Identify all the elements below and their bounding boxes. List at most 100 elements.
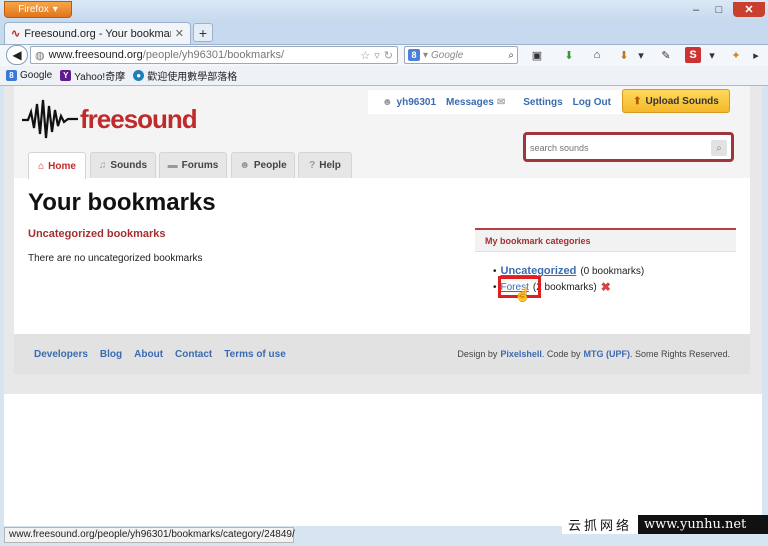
footer-links: Developers Blog About Contact Terms of u…: [34, 349, 286, 360]
tab-forums[interactable]: ▬ Forums: [159, 152, 227, 178]
category-count: (0 bookmarks): [580, 265, 645, 277]
minimize-icon[interactable]: –: [685, 2, 707, 17]
section-heading: Uncategorized bookmarks: [28, 228, 166, 240]
browser-tab[interactable]: ∿ Freesound.org - Your bookmarks ✕: [4, 22, 191, 44]
status-bar-url: www.freesound.org/people/yh96301/bookmar…: [4, 527, 295, 543]
home-icon: ⌂: [38, 160, 45, 172]
engine-dropdown-icon: ▾: [423, 49, 429, 61]
hand-cursor-icon: ☝: [514, 286, 532, 302]
page-title: Your bookmarks: [28, 189, 216, 216]
yahoo-icon: Y: [60, 70, 72, 81]
delete-category-icon[interactable]: ✖: [601, 280, 611, 294]
code-by-text: . Code by: [541, 349, 581, 359]
credit-prefix: Design by: [457, 349, 498, 359]
dropdown-icon[interactable]: ▾: [633, 47, 649, 63]
site-search-input[interactable]: [530, 139, 708, 157]
username-link[interactable]: yh96301: [397, 97, 436, 108]
footer-link-developers[interactable]: Developers: [34, 349, 88, 360]
close-icon[interactable]: ✕: [733, 2, 765, 17]
bookmark-label: Google: [20, 70, 53, 81]
code-org-link[interactable]: MTG (UPF): [583, 349, 630, 359]
download-icon[interactable]: ⬇: [616, 47, 632, 63]
tab-label: Home: [48, 160, 76, 172]
headphones-icon: ♫: [98, 160, 107, 171]
freesound-logo[interactable]: freesound: [22, 96, 208, 142]
tab-label: Forums: [181, 160, 219, 171]
magnifier-icon[interactable]: ⌕: [508, 50, 514, 61]
google-engine-icon[interactable]: 8: [408, 49, 420, 61]
reload-icon[interactable]: ↻: [384, 49, 393, 62]
dropdown-arrow-icon[interactable]: ▿: [374, 49, 380, 62]
help-icon: ?: [309, 160, 316, 171]
freesound-favicon-icon: ∿: [11, 28, 21, 40]
firefox-menu-button[interactable]: Firefox ▾: [4, 1, 72, 18]
bookmark-google[interactable]: 8 Google: [6, 70, 52, 81]
search-bar[interactable]: 8 ▾ Google ⌕: [404, 46, 518, 64]
messages-envelope-icon: ✉: [496, 96, 506, 108]
menu-dots-icon[interactable]: ▸: [748, 47, 764, 63]
user-nav: ☻ yh96301 Messages ✉ Settings Log Out: [368, 90, 622, 114]
tab-label: People: [253, 160, 287, 171]
bookmark-star-icon[interactable]: ☆: [360, 49, 370, 62]
tab-home[interactable]: ⌂ Home: [28, 152, 86, 179]
categories-heading: My bookmark categories: [475, 230, 736, 252]
upload-sounds-button[interactable]: ⬆ Upload Sounds: [622, 89, 730, 113]
designer-link[interactable]: Pixelshell: [500, 349, 542, 359]
tab-help[interactable]: ? Help: [298, 152, 352, 178]
s-addon-icon[interactable]: S: [685, 47, 701, 63]
bookmarks-toolbar: 8 Google Y Yahoo!奇摩 ● 歡迎使用數學部落格: [0, 66, 768, 86]
url-path: /people/yh96301/bookmarks/: [142, 49, 285, 61]
bookmark-yahoo[interactable]: Y Yahoo!奇摩: [60, 68, 125, 83]
url-bar[interactable]: ◍ www.freesound.org/people/yh96301/bookm…: [30, 46, 398, 64]
search-placeholder: Google: [431, 49, 464, 61]
empty-message: There are no uncategorized bookmarks: [28, 253, 203, 264]
bookmark-label: 歡迎使用數學部落格: [147, 72, 238, 83]
maximize-icon[interactable]: □: [708, 2, 730, 17]
search-icon[interactable]: ⌕: [711, 140, 727, 156]
tab-sounds[interactable]: ♫ Sounds: [90, 152, 156, 178]
logo-text: freesound: [80, 103, 198, 134]
rights-text: . Some Rights Reserved.: [629, 349, 730, 359]
upload-arrow-icon: ⬆: [633, 95, 642, 107]
chevron-down-icon: ▾: [52, 4, 58, 15]
watermark-url: www.yunhu.net: [638, 514, 768, 534]
google-icon: 8: [6, 70, 17, 81]
tab-label: Sounds: [110, 160, 148, 171]
bookmark-label: Yahoo!奇摩: [74, 72, 126, 83]
people-icon: ☻: [239, 160, 250, 171]
back-button[interactable]: ◀: [6, 45, 28, 65]
blog-icon: ●: [133, 70, 145, 81]
footer-link-contact[interactable]: Contact: [175, 349, 212, 360]
footer-credits: Design by Pixelshell. Code by MTG (UPF).…: [457, 349, 730, 359]
new-tab-button[interactable]: +: [193, 23, 213, 42]
settings-link[interactable]: Settings: [523, 97, 562, 108]
tab-close-icon[interactable]: ✕: [175, 27, 184, 40]
download-arrow-icon[interactable]: ⬇: [561, 47, 577, 63]
firefox-menu-label: Firefox: [18, 4, 49, 15]
footer-link-terms[interactable]: Terms of use: [224, 349, 286, 360]
addon-dropdown-icon[interactable]: ▾: [704, 47, 720, 63]
tab-people[interactable]: ☻ People: [231, 152, 295, 178]
puzzle-icon[interactable]: ✦: [728, 47, 744, 63]
category-count: (2 bookmarks): [532, 281, 597, 293]
bookmark-blog[interactable]: ● 歡迎使用數學部落格: [133, 68, 237, 83]
footer-link-blog[interactable]: Blog: [100, 349, 122, 360]
globe-icon: ◍: [35, 49, 45, 62]
footer-link-about[interactable]: About: [134, 349, 163, 360]
bullet-icon: •: [493, 281, 497, 293]
upload-label: Upload Sounds: [645, 95, 719, 107]
logout-link[interactable]: Log Out: [573, 97, 611, 108]
waveform-icon: [22, 99, 78, 139]
tab-title: Freesound.org - Your bookmarks: [24, 27, 171, 40]
window-titlebar: [0, 0, 768, 20]
sidebar-icon[interactable]: ▣: [529, 47, 545, 63]
messages-link[interactable]: Messages: [446, 97, 494, 108]
addon-pen-icon[interactable]: ✎: [658, 47, 674, 63]
watermark: 云抓网络 www.yunhu.net: [562, 512, 768, 536]
home-icon[interactable]: ⌂: [589, 47, 605, 63]
url-domain: www.freesound.org: [48, 49, 143, 61]
back-arrow-icon: ◀: [12, 48, 22, 62]
watermark-cn: 云抓网络: [562, 514, 639, 534]
bullet-icon: •: [493, 265, 497, 277]
site-footer: Developers Blog About Contact Terms of u…: [14, 334, 750, 374]
